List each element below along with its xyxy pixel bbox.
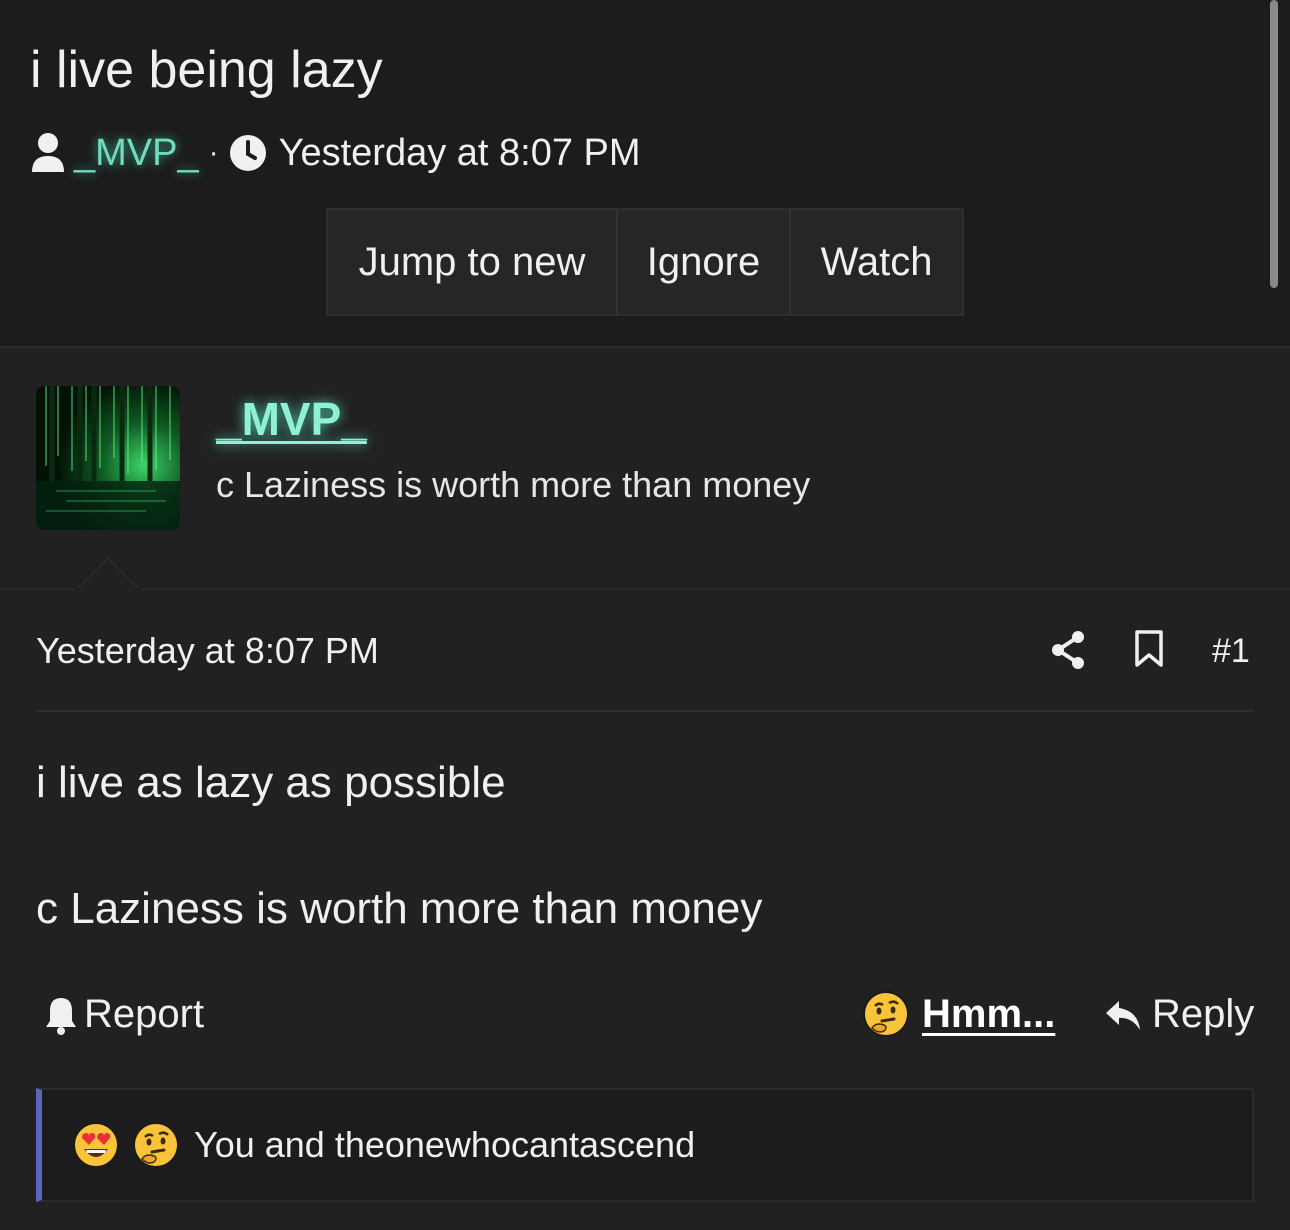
- thread-header: i live being lazy _MVP_ · Yesterday at 8…: [0, 0, 1290, 346]
- thread-author-link[interactable]: _MVP_: [74, 132, 199, 175]
- scrollbar[interactable]: [1270, 0, 1278, 288]
- heart-eyes-emoji-icon: [73, 1122, 119, 1168]
- clock-icon: [229, 135, 266, 171]
- watch-button[interactable]: Watch: [791, 210, 962, 314]
- bookmark-icon[interactable]: [1134, 630, 1164, 668]
- author-box-pointer: [74, 556, 142, 592]
- report-button[interactable]: Report: [44, 992, 204, 1037]
- post-author-box: _MVP_ c Laziness is worth more than mone…: [0, 346, 1290, 590]
- avatar[interactable]: [36, 386, 180, 530]
- report-label: Report: [84, 992, 205, 1036]
- post-author-name[interactable]: _MVP_: [216, 392, 367, 446]
- reaction-button[interactable]: Hmm...: [862, 990, 1055, 1038]
- share-icon[interactable]: [1050, 630, 1086, 670]
- post-number-link[interactable]: #1: [1212, 632, 1250, 671]
- reactions-bar[interactable]: You and theonewhocantascend: [36, 1088, 1254, 1202]
- thread-date[interactable]: Yesterday at 8:07 PM: [279, 132, 641, 175]
- meta-separator: ·: [208, 136, 219, 169]
- post-body-line: i live as lazy as possible: [36, 758, 506, 807]
- reply-label: Reply: [1152, 992, 1255, 1036]
- user-icon: [32, 133, 64, 172]
- thread-title: i live being lazy: [30, 41, 383, 99]
- post: Yesterday at 8:07 PM #1 i live as lazy a…: [0, 590, 1290, 1230]
- reactions-summary: You and theonewhocantascend: [194, 1124, 696, 1165]
- post-author-user-title: c Laziness is worth more than money: [216, 464, 811, 505]
- reply-icon: [1106, 1000, 1140, 1030]
- reply-button[interactable]: Reply: [1104, 992, 1254, 1037]
- thread-action-buttons: Jump to new Ignore Watch: [326, 208, 964, 316]
- thread-meta: _MVP_ · Yesterday at 8:07 PM: [30, 128, 641, 178]
- jump-to-new-button[interactable]: Jump to new: [328, 210, 618, 314]
- post-divider: [36, 710, 1254, 712]
- post-body-line: c Laziness is worth more than money: [36, 884, 763, 933]
- reaction-label: Hmm...: [922, 991, 1056, 1036]
- thinking-emoji-icon: [133, 1122, 179, 1168]
- post-date[interactable]: Yesterday at 8:07 PM: [36, 630, 379, 672]
- ignore-button[interactable]: Ignore: [618, 210, 791, 314]
- thinking-emoji-icon: [863, 991, 909, 1037]
- bell-icon: [46, 997, 76, 1035]
